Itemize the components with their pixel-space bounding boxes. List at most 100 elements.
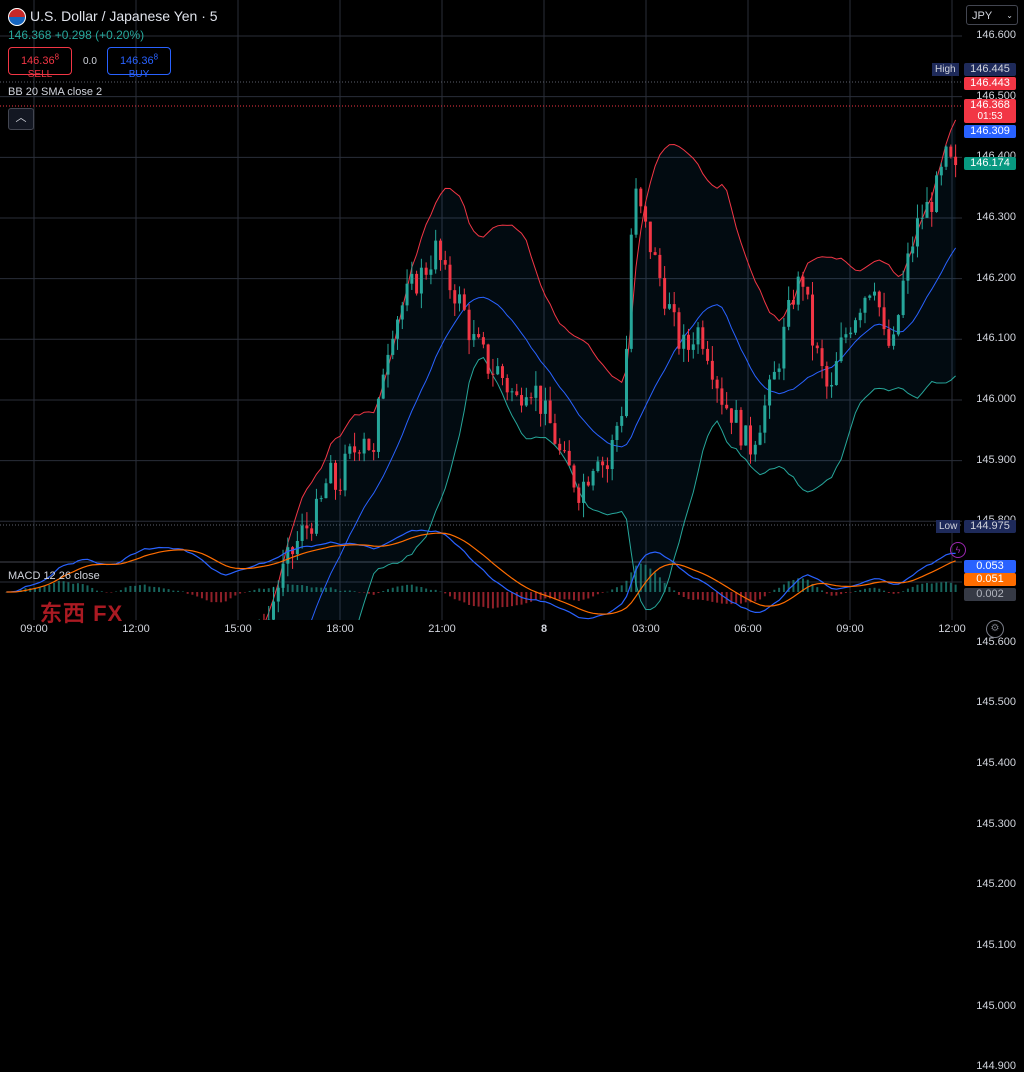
candle — [301, 526, 304, 541]
high-tag: High — [932, 63, 959, 76]
macd-bar — [344, 591, 346, 592]
price-axis-label: 145.400 — [976, 757, 1016, 769]
buy-button[interactable]: 146.368 BUY — [107, 47, 171, 75]
macd-bar — [621, 585, 623, 592]
current-price: 146.368 — [8, 28, 51, 42]
candle — [429, 269, 432, 274]
candle — [825, 366, 828, 386]
macd-bar — [740, 592, 742, 604]
macd-bar — [401, 586, 403, 592]
price-chart[interactable] — [0, 0, 962, 620]
settings-gear-icon[interactable]: ⚙ — [986, 620, 1004, 638]
macd-bar — [382, 591, 384, 592]
candle — [358, 452, 361, 453]
time-axis-label: 12:00 — [122, 623, 150, 635]
macd-bar — [277, 586, 279, 592]
candle — [420, 268, 423, 294]
macd-bar — [139, 585, 141, 592]
price-axis-label: 145.500 — [976, 696, 1016, 708]
candle — [925, 202, 928, 218]
macd-indicator-label[interactable]: MACD 12 26 close — [8, 570, 100, 582]
macd-bar — [406, 585, 408, 592]
macd-bar — [44, 586, 46, 592]
candle — [854, 320, 857, 333]
sell-label: SELL — [28, 69, 52, 80]
macd-bar — [816, 587, 818, 592]
price-axis-label: 145.900 — [976, 454, 1016, 466]
candle — [448, 265, 451, 290]
macd-bar — [568, 592, 570, 599]
price-axis-label: 144.900 — [976, 1060, 1016, 1072]
symbol-title[interactable]: U.S. Dollar / Japanese Yen · 5 — [30, 8, 218, 24]
macd-bar — [129, 586, 131, 592]
macd-bar — [301, 585, 303, 592]
macd-bar — [306, 586, 308, 592]
macd-bar — [454, 592, 456, 599]
macd-bar — [230, 592, 232, 598]
candle — [272, 602, 275, 620]
macd-bar — [101, 591, 103, 592]
candle — [386, 355, 389, 375]
candle — [887, 329, 890, 346]
macd-bar — [215, 592, 217, 602]
candle — [720, 388, 723, 404]
candle — [792, 300, 795, 305]
macd-bar — [859, 590, 861, 592]
candle — [716, 380, 719, 389]
bb-indicator-label[interactable]: BB 20 SMA close 2 — [8, 86, 102, 98]
candle — [763, 405, 766, 432]
macd-bar — [397, 586, 399, 592]
macd-bar — [196, 592, 198, 597]
time-axis-label: 21:00 — [428, 623, 456, 635]
macd-bar — [535, 592, 537, 600]
macd-bar — [158, 587, 160, 592]
macd-bar — [807, 580, 809, 592]
macd-bar — [244, 592, 246, 593]
macd-bar — [821, 590, 823, 592]
macd-bar — [769, 592, 771, 593]
macd-bar — [840, 592, 842, 594]
candle — [391, 339, 394, 355]
macd-bar — [86, 585, 88, 592]
sell-button[interactable]: 146.368 SELL — [8, 47, 72, 75]
candle — [544, 401, 547, 414]
candle — [945, 147, 948, 167]
bb-lower-tag: 146.174 — [964, 157, 1016, 170]
candle — [806, 287, 809, 295]
macd-bar — [759, 592, 761, 599]
macd-bar — [664, 583, 666, 592]
candle — [587, 482, 590, 486]
macd-bar — [592, 592, 594, 596]
macd-line — [6, 530, 955, 619]
candle — [382, 375, 385, 399]
candle — [692, 344, 695, 350]
collapse-indicators-button[interactable]: ︿ — [8, 108, 34, 130]
candle — [902, 281, 905, 315]
candle — [677, 312, 680, 349]
macd-bar — [463, 592, 465, 602]
candle — [668, 304, 671, 309]
candle — [840, 337, 843, 361]
candle — [601, 461, 604, 465]
candle — [735, 410, 738, 423]
currency-select[interactable]: JPY ⌄ — [966, 5, 1018, 25]
candle — [553, 423, 556, 444]
candle — [830, 385, 833, 386]
macd-bar — [955, 585, 957, 592]
watermark-logo: 东西 FX — [40, 596, 123, 628]
last-price-value: 146.368 — [964, 99, 1016, 111]
candle — [453, 290, 456, 303]
macd-bar — [831, 592, 833, 596]
price-axis-label: 145.200 — [976, 878, 1016, 890]
candle — [282, 564, 285, 588]
candle — [673, 304, 676, 312]
lightning-icon[interactable]: ϟ — [950, 542, 966, 558]
candle — [730, 408, 733, 422]
chevron-down-icon: ⌄ — [1006, 6, 1013, 26]
candle — [515, 391, 518, 395]
time-axis-label: 8 — [541, 623, 547, 635]
candle — [615, 426, 618, 440]
candle — [439, 241, 442, 260]
candle — [558, 444, 561, 450]
price-axis-label: 146.000 — [976, 393, 1016, 405]
